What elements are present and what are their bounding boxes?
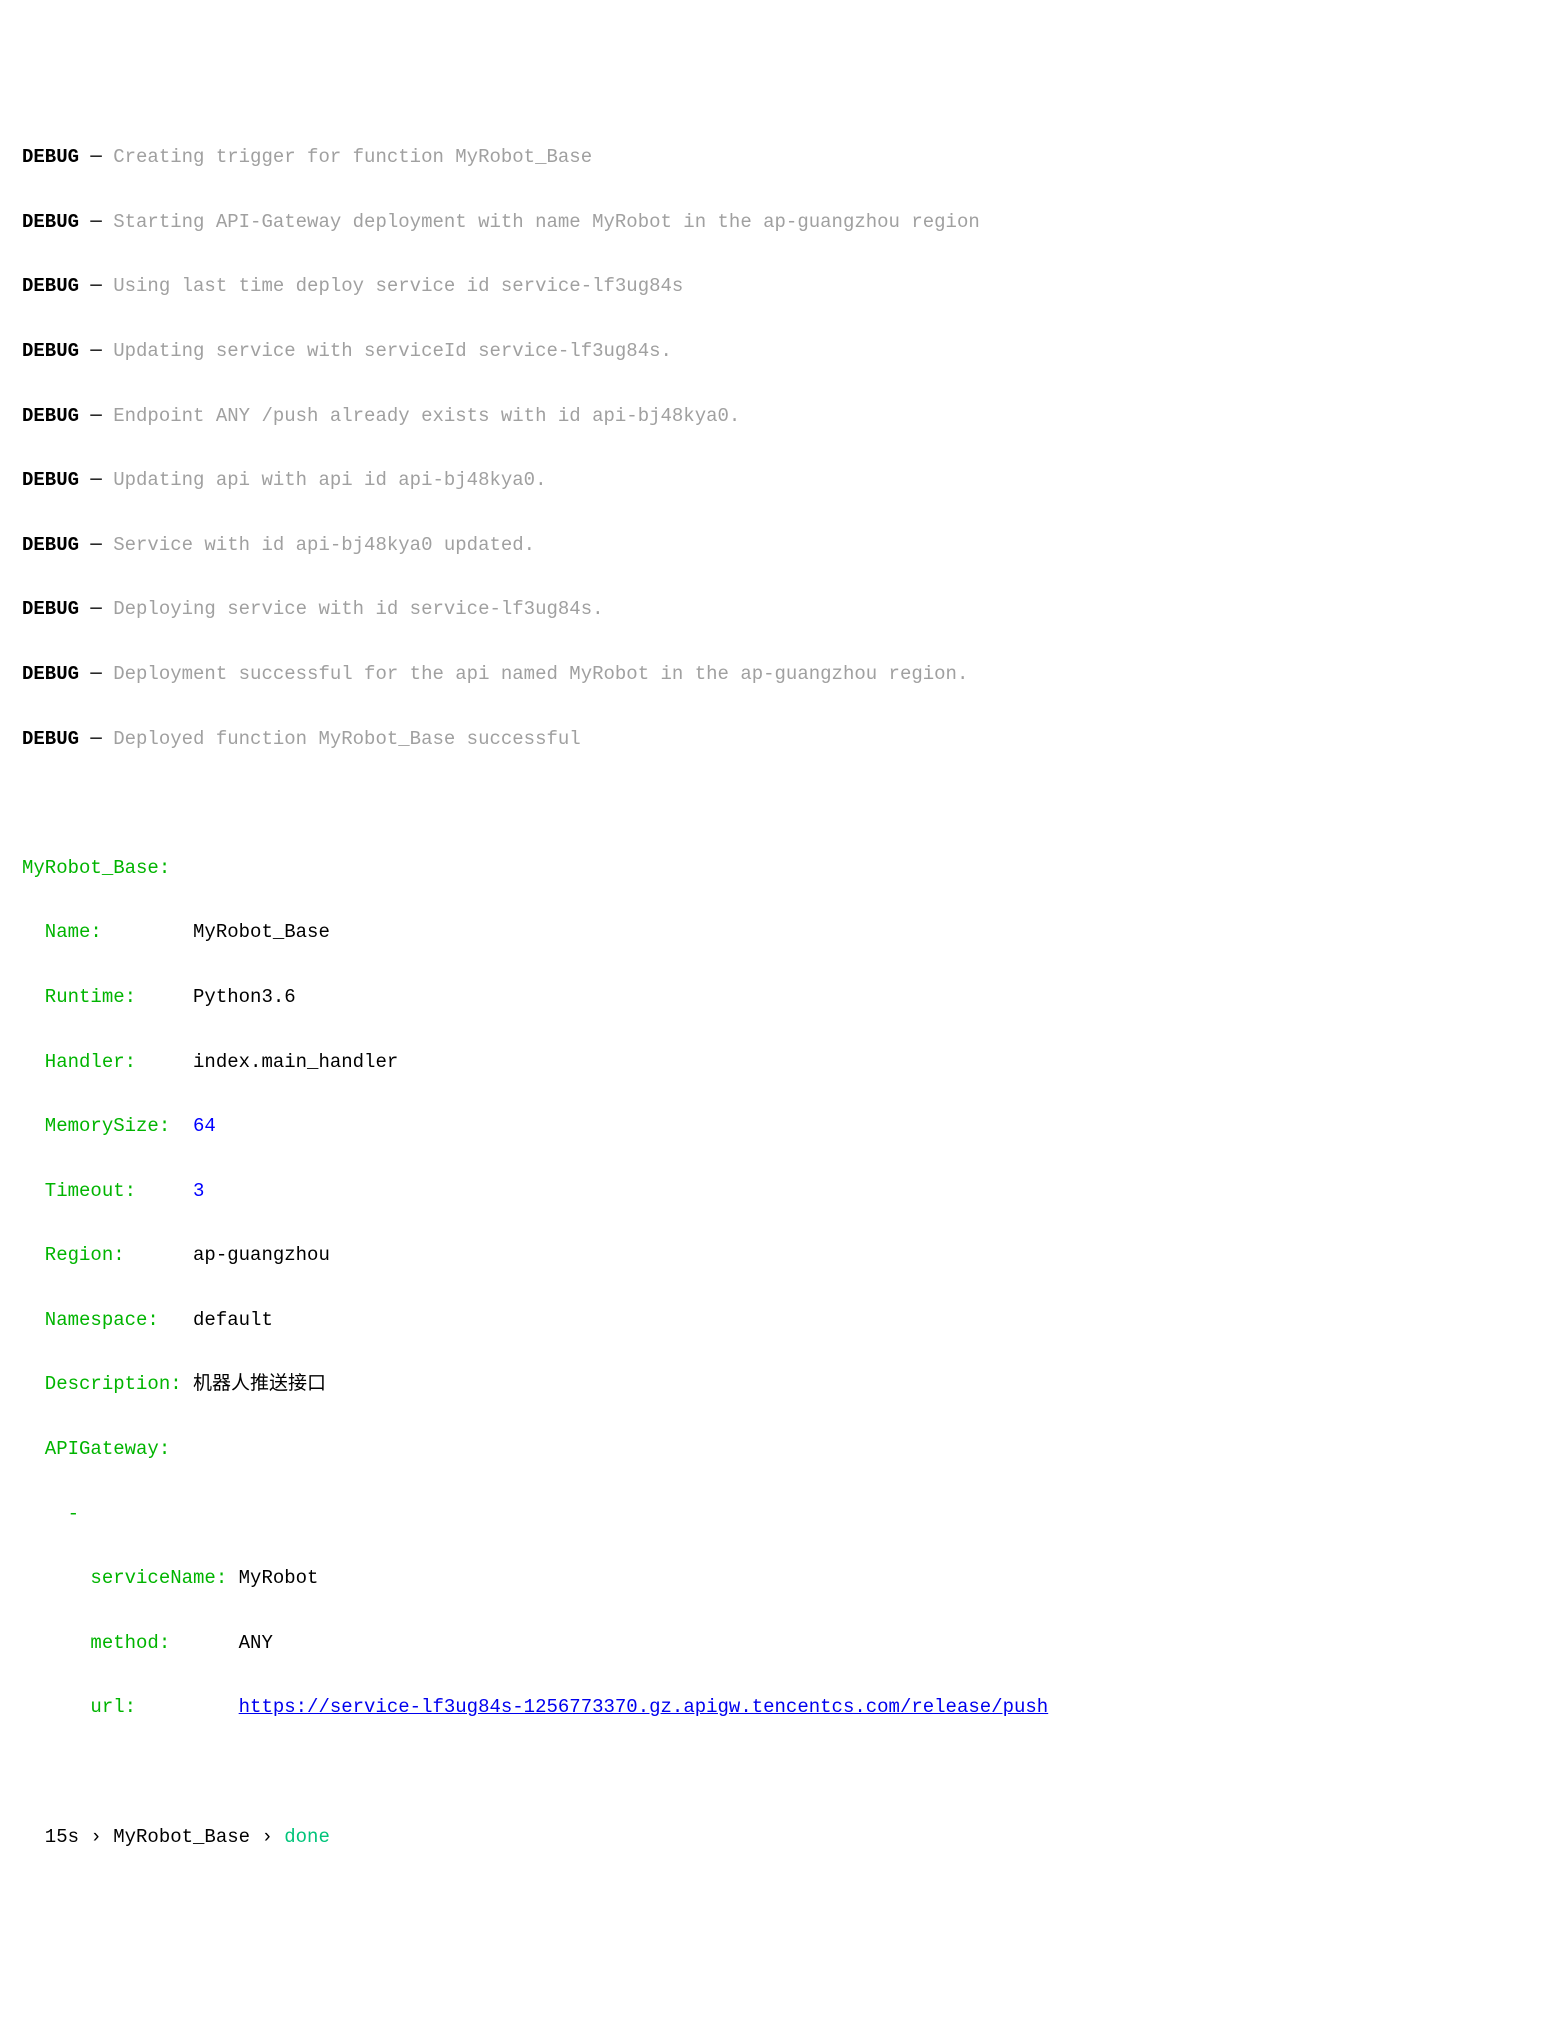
debug-line: DEBUG ─ Updating api with api id api-bj4…: [22, 464, 1522, 496]
debug-message: Updating service with serviceId service-…: [113, 340, 672, 362]
output-apigw-servicename: serviceName: MyRobot: [22, 1562, 1522, 1594]
debug-tag: DEBUG ─: [22, 146, 113, 168]
debug-tag: DEBUG ─: [22, 728, 113, 750]
debug-line: DEBUG ─ Deployment successful for the ap…: [22, 658, 1522, 690]
debug-message: Creating trigger for function MyRobot_Ba…: [113, 146, 592, 168]
debug-message: Using last time deploy service id servic…: [113, 275, 683, 297]
debug-line: DEBUG ─ Deployed function MyRobot_Base s…: [22, 723, 1522, 755]
output-apigateway: APIGateway:: [22, 1433, 1522, 1465]
debug-line: DEBUG ─ Deploying service with id servic…: [22, 593, 1522, 625]
output-name: Name: MyRobot_Base: [22, 916, 1522, 948]
debug-message: Deployment successful for the api named …: [113, 663, 968, 685]
debug-message: Updating api with api id api-bj48kya0.: [113, 469, 546, 491]
status-done: done: [284, 1826, 330, 1848]
debug-message: Deploying service with id service-lf3ug8…: [113, 598, 603, 620]
output-runtime: Runtime: Python3.6: [22, 981, 1522, 1013]
debug-line: DEBUG ─ Endpoint ANY /push already exist…: [22, 400, 1522, 432]
output-handler: Handler: index.main_handler: [22, 1046, 1522, 1078]
output-apigw-item-dash: -: [22, 1498, 1522, 1530]
debug-message: Starting API-Gateway deployment with nam…: [113, 211, 980, 233]
debug-message: Service with id api-bj48kya0 updated.: [113, 534, 535, 556]
status-line: 15s › MyRobot_Base › done: [22, 1821, 1522, 1853]
blank-line: [22, 1756, 1522, 1788]
debug-tag: DEBUG ─: [22, 340, 113, 362]
output-apigw-url: url: https://service-lf3ug84s-1256773370…: [22, 1691, 1522, 1723]
debug-line: DEBUG ─ Creating trigger for function My…: [22, 141, 1522, 173]
status-prefix: 15s › MyRobot_Base ›: [22, 1826, 284, 1848]
debug-tag: DEBUG ─: [22, 469, 113, 491]
debug-tag: DEBUG ─: [22, 598, 113, 620]
debug-message: Endpoint ANY /push already exists with i…: [113, 405, 740, 427]
debug-tag: DEBUG ─: [22, 275, 113, 297]
output-header: MyRobot_Base:: [22, 852, 1522, 884]
debug-message: Deployed function MyRobot_Base successfu…: [113, 728, 580, 750]
blank-line: [22, 787, 1522, 819]
debug-line: DEBUG ─ Starting API-Gateway deployment …: [22, 206, 1522, 238]
debug-line: DEBUG ─ Using last time deploy service i…: [22, 270, 1522, 302]
output-description: Description: 机器人推送接口: [22, 1368, 1522, 1400]
debug-line: DEBUG ─ Updating service with serviceId …: [22, 335, 1522, 367]
debug-line: DEBUG ─ Service with id api-bj48kya0 upd…: [22, 529, 1522, 561]
output-namespace: Namespace: default: [22, 1304, 1522, 1336]
output-timeout: Timeout: 3: [22, 1175, 1522, 1207]
apigw-url-link[interactable]: https://service-lf3ug84s-1256773370.gz.a…: [239, 1696, 1049, 1718]
output-apigw-method: method: ANY: [22, 1627, 1522, 1659]
debug-tag: DEBUG ─: [22, 663, 113, 685]
output-memorysize: MemorySize: 64: [22, 1110, 1522, 1142]
debug-tag: DEBUG ─: [22, 405, 113, 427]
output-region: Region: ap-guangzhou: [22, 1239, 1522, 1271]
debug-tag: DEBUG ─: [22, 534, 113, 556]
debug-tag: DEBUG ─: [22, 211, 113, 233]
